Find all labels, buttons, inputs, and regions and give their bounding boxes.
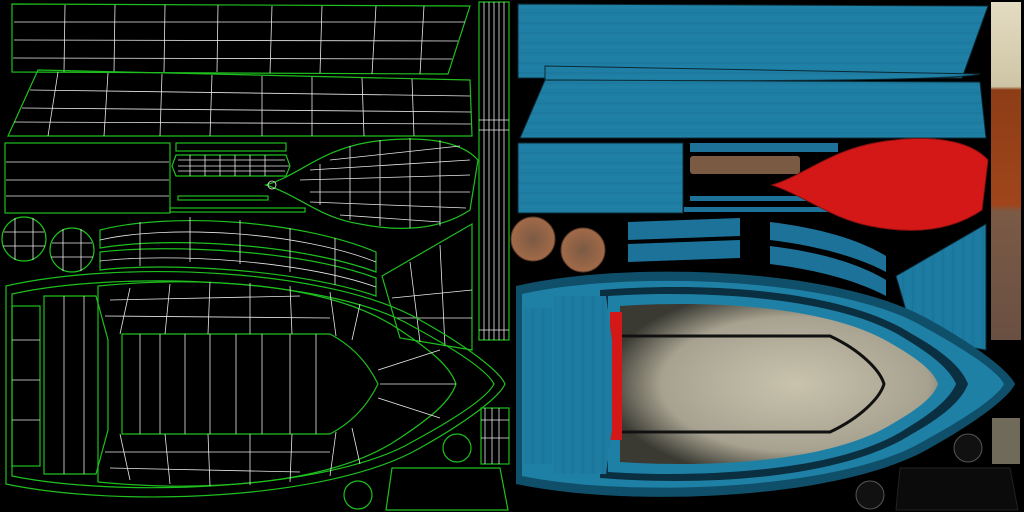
uv-island-side-plank [7, 69, 473, 137]
texture-oarlock-disk-1 [510, 216, 556, 262]
texture-small-block [992, 418, 1020, 464]
texture-small-disk-1 [855, 480, 885, 510]
texture-gunwale-strip-2 [628, 240, 740, 262]
uv-island-top-plank [11, 3, 471, 75]
texture-bench-strip-2 [684, 207, 834, 212]
uv-island-bow-flag [263, 138, 479, 229]
uv-island-oarlock-disks [1, 216, 95, 273]
uv-island-small-parts [343, 407, 510, 511]
texture-rusty-bar [690, 156, 800, 174]
texture-bench-top [690, 143, 838, 152]
texture-transom [517, 142, 684, 214]
uv-island-transom [4, 142, 171, 214]
texture-gunwale-strip-1 [628, 218, 740, 240]
uv-island-side-wedge [381, 222, 473, 351]
texture-hull-side [519, 79, 987, 139]
texture-panel [510, 2, 1021, 511]
uv-wireframe-panel [1, 1, 510, 511]
uv-atlas-canvas [1, 1, 1021, 511]
texture-small-disk-2 [953, 433, 983, 463]
texture-oarlock-disk-2 [560, 227, 606, 273]
texture-bottom-block [895, 467, 1019, 511]
uv-island-oar [478, 1, 510, 341]
texture-red-bow [770, 138, 989, 231]
texture-oar [991, 2, 1021, 340]
texture-sheet [0, 0, 1024, 512]
texture-bench-strip [690, 196, 810, 201]
uv-island-hull [5, 271, 506, 498]
